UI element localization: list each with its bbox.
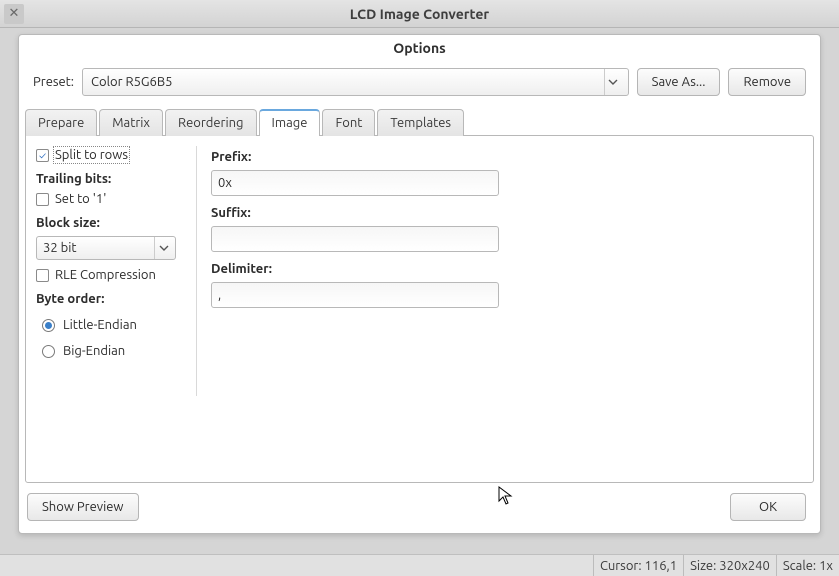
block-size-value: 32 bit xyxy=(43,241,77,255)
preset-row: Preset: Color R5G6B5 Save As... Remove xyxy=(19,64,820,108)
chevron-down-icon xyxy=(154,237,172,259)
prefix-value: 0x xyxy=(218,176,232,190)
preset-value: Color R5G6B5 xyxy=(91,75,172,89)
left-column: Split to rows Trailing bits: Set to '1' … xyxy=(36,146,196,472)
rle-label: RLE Compression xyxy=(55,268,156,282)
tab-pane-image: Split to rows Trailing bits: Set to '1' … xyxy=(25,135,814,483)
preset-label: Preset: xyxy=(33,75,74,89)
ok-button[interactable]: OK xyxy=(730,493,806,521)
set-to-1-label: Set to '1' xyxy=(55,192,106,206)
chevron-down-icon xyxy=(604,69,622,95)
delimiter-label: Delimiter: xyxy=(211,258,501,280)
split-to-rows-checkbox[interactable] xyxy=(36,149,49,162)
set-to-1-checkbox[interactable] xyxy=(36,193,49,206)
prefix-input[interactable]: 0x xyxy=(211,170,499,196)
show-preview-button[interactable]: Show Preview xyxy=(27,493,139,521)
big-endian-radio[interactable] xyxy=(42,345,55,358)
divider xyxy=(196,146,197,396)
set-to-1-row: Set to '1' xyxy=(36,190,190,212)
titlebar: ✕ LCD Image Converter xyxy=(0,0,839,28)
prefix-label: Prefix: xyxy=(211,146,501,168)
dialog-footer: Show Preview OK xyxy=(19,483,820,533)
delimiter-value: , xyxy=(218,288,221,302)
rle-row: RLE Compression xyxy=(36,266,190,288)
delimiter-input[interactable]: , xyxy=(211,282,499,308)
window-title: LCD Image Converter xyxy=(0,6,839,22)
big-endian-label: Big-Endian xyxy=(63,344,125,358)
tab-prepare[interactable]: Prepare xyxy=(25,109,97,136)
statusbar: Cursor: 116,1 Size: 320x240 Scale: 1x xyxy=(0,554,839,576)
little-endian-radio[interactable] xyxy=(42,319,55,332)
little-endian-row: Little-Endian xyxy=(36,310,190,336)
preset-select[interactable]: Color R5G6B5 xyxy=(82,68,629,96)
tab-templates[interactable]: Templates xyxy=(377,109,464,136)
little-endian-label: Little-Endian xyxy=(63,318,137,332)
tab-matrix[interactable]: Matrix xyxy=(99,109,163,136)
remove-button[interactable]: Remove xyxy=(728,68,806,96)
status-size: Size: 320x240 xyxy=(683,555,776,576)
status-cursor: Cursor: 116,1 xyxy=(593,555,683,576)
tabs: Prepare Matrix Reordering Image Font Tem… xyxy=(19,109,820,136)
tab-font[interactable]: Font xyxy=(322,109,375,136)
tab-reordering[interactable]: Reordering xyxy=(165,109,257,136)
save-as-button[interactable]: Save As... xyxy=(637,68,721,96)
trailing-bits-label: Trailing bits: xyxy=(36,168,190,190)
rle-checkbox[interactable] xyxy=(36,269,49,282)
big-endian-row: Big-Endian xyxy=(36,336,190,362)
status-scale: Scale: 1x xyxy=(776,555,839,576)
byte-order-label: Byte order: xyxy=(36,288,190,310)
split-to-rows-label: Split to rows xyxy=(55,148,128,162)
suffix-label: Suffix: xyxy=(211,202,501,224)
block-size-select[interactable]: 32 bit xyxy=(36,236,176,260)
block-size-label: Block size: xyxy=(36,212,190,234)
right-column: Prefix: 0x Suffix: Delimiter: , xyxy=(201,146,501,472)
split-to-rows-row: Split to rows xyxy=(36,146,190,168)
suffix-input[interactable] xyxy=(211,226,499,252)
options-dialog: Options Preset: Color R5G6B5 Save As... … xyxy=(18,34,821,534)
dialog-title: Options xyxy=(19,35,820,64)
tab-image[interactable]: Image xyxy=(259,109,321,136)
